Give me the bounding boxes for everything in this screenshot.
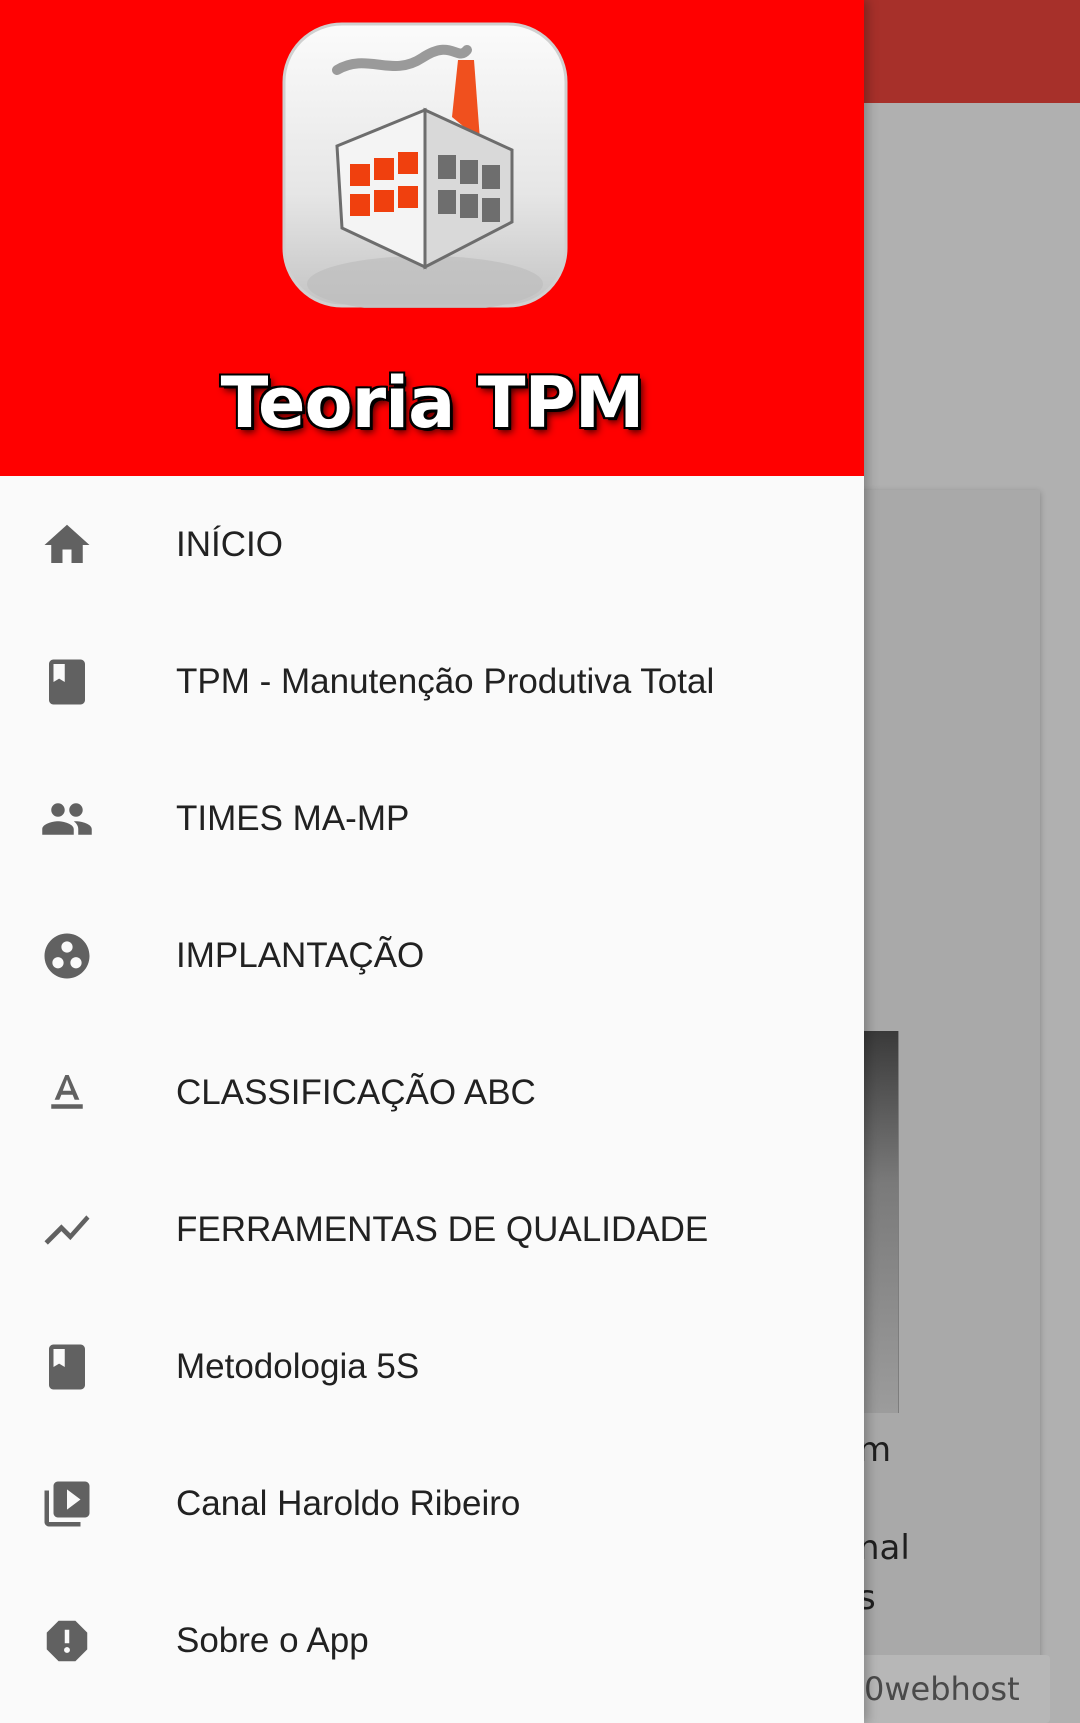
- video-library-icon: [40, 1477, 94, 1531]
- menu-item-label: Sobre o App: [176, 1620, 369, 1660]
- background-card-text: nal: [858, 1528, 910, 1568]
- menu-item-label: Metodologia 5S: [176, 1346, 420, 1386]
- alert-icon: [40, 1614, 94, 1668]
- book-icon: [40, 655, 94, 709]
- menu-item-classificacao-abc[interactable]: CLASSIFICAÇÃO ABC: [0, 1024, 864, 1161]
- home-icon: [40, 518, 94, 572]
- trending-icon: [40, 1203, 94, 1257]
- menu-item-canal[interactable]: Canal Haroldo Ribeiro: [0, 1435, 864, 1572]
- menu-item-inicio[interactable]: INÍCIO: [0, 476, 864, 613]
- menu-item-sobre[interactable]: Sobre o App: [0, 1572, 864, 1709]
- menu-item-label: Canal Haroldo Ribeiro: [176, 1483, 521, 1523]
- text-format-icon: [40, 1066, 94, 1120]
- app-name: Teoria TPM: [220, 362, 645, 444]
- menu-item-label: TPM - Manutenção Produtiva Total: [176, 661, 715, 701]
- menu-item-label: TIMES MA-MP: [176, 798, 410, 838]
- menu-item-tpm[interactable]: TPM - Manutenção Produtiva Total: [0, 613, 864, 750]
- menu-item-label: INÍCIO: [176, 524, 283, 564]
- drawer-header: Teoria TPM: [0, 0, 864, 476]
- navigation-drawer: Teoria TPM INÍCIO TPM - Manutenção Produ…: [0, 0, 864, 1723]
- screen: m nal s 0webhost Teoria TPM INÍCIO TPM -…: [0, 0, 1080, 1723]
- menu-item-implantacao[interactable]: IMPLANTAÇÃO: [0, 887, 864, 1024]
- menu-item-metodologia-5s[interactable]: Metodologia 5S: [0, 1298, 864, 1435]
- workspaces-icon: [40, 929, 94, 983]
- drawer-menu: INÍCIO TPM - Manutenção Produtiva Total …: [0, 476, 864, 1709]
- menu-item-label: CLASSIFICAÇÃO ABC: [176, 1072, 536, 1112]
- menu-item-ferramentas[interactable]: FERRAMENTAS DE QUALIDADE: [0, 1161, 864, 1298]
- people-icon: [40, 792, 94, 846]
- menu-item-times[interactable]: TIMES MA-MP: [0, 750, 864, 887]
- menu-item-label: IMPLANTAÇÃO: [176, 935, 425, 975]
- factory-logo: [282, 22, 568, 308]
- menu-item-label: FERRAMENTAS DE QUALIDADE: [176, 1209, 709, 1249]
- book-icon: [40, 1340, 94, 1394]
- background-footer-text: 0webhost: [864, 1670, 1020, 1708]
